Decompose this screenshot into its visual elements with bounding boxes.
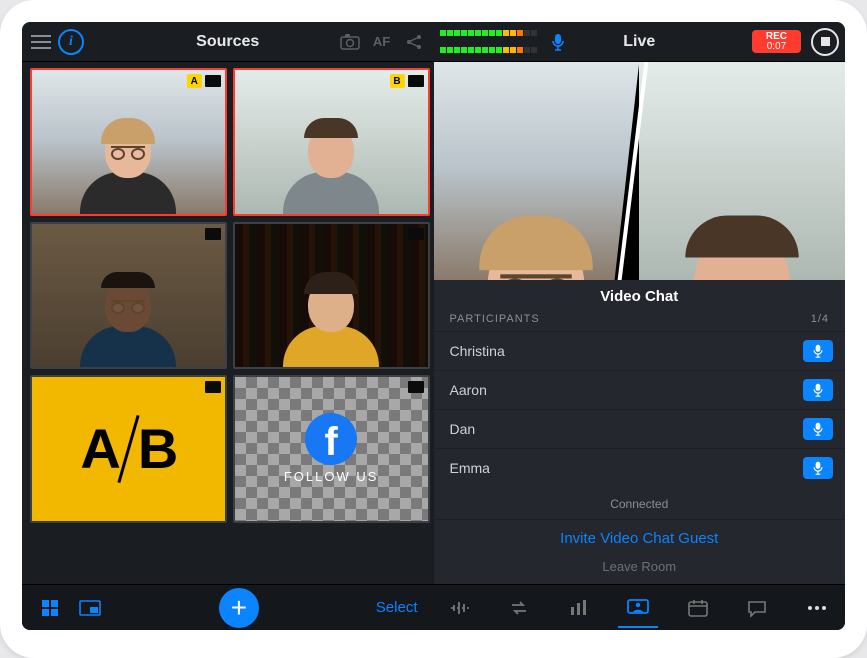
- share-icon[interactable]: [400, 33, 428, 51]
- participant-name: Aaron: [450, 382, 487, 398]
- ab-left-letter: A: [80, 416, 118, 481]
- video-chat-tab-icon[interactable]: [618, 588, 658, 628]
- participant-row: Aaron: [434, 370, 846, 409]
- participant-row: Emma: [434, 448, 846, 487]
- chat-icon[interactable]: [737, 588, 777, 628]
- follow-label: FOLLOW US: [284, 469, 379, 484]
- source-tile-b[interactable]: B: [233, 68, 430, 216]
- camera-badge-icon: [205, 75, 221, 87]
- facebook-icon: f: [305, 413, 357, 465]
- autofocus-icon[interactable]: AF: [368, 34, 396, 49]
- audio-mixer-icon[interactable]: [440, 588, 480, 628]
- source-tile-3[interactable]: [30, 222, 227, 370]
- grid-view-icon[interactable]: [30, 588, 70, 628]
- source-tile-follow-graphic[interactable]: f FOLLOW US: [233, 375, 430, 523]
- participant-name: Emma: [450, 460, 490, 476]
- camera-badge-icon: [408, 381, 424, 393]
- leave-room-button[interactable]: Leave Room: [434, 557, 846, 584]
- microphone-icon[interactable]: [551, 33, 565, 51]
- info-icon[interactable]: i: [58, 29, 84, 55]
- add-source-button[interactable]: +: [219, 588, 259, 628]
- pip-view-icon[interactable]: [70, 588, 110, 628]
- participant-mic-button[interactable]: [803, 379, 833, 401]
- stats-icon[interactable]: [559, 588, 599, 628]
- ab-right-letter: B: [138, 416, 176, 481]
- more-icon[interactable]: [797, 588, 837, 628]
- live-preview[interactable]: [434, 62, 846, 280]
- participant-mic-button[interactable]: [803, 418, 833, 440]
- camera-icon[interactable]: [336, 34, 364, 50]
- schedule-icon[interactable]: [678, 588, 718, 628]
- camera-badge-icon: [408, 228, 424, 240]
- video-chat-title: Video Chat: [434, 280, 846, 311]
- ab-divider: [117, 415, 139, 483]
- source-letter: A: [187, 74, 202, 88]
- transitions-icon[interactable]: [499, 588, 539, 628]
- camera-badge-icon: [205, 228, 221, 240]
- camera-badge-icon: [408, 75, 424, 87]
- source-tile-a[interactable]: A: [30, 68, 227, 216]
- participant-name: Dan: [450, 421, 476, 437]
- connection-status: Connected: [434, 487, 846, 519]
- select-button[interactable]: Select: [368, 599, 434, 616]
- stop-button[interactable]: [811, 28, 839, 56]
- invite-guest-button[interactable]: Invite Video Chat Guest: [434, 519, 846, 557]
- participant-row: Dan: [434, 409, 846, 448]
- camera-badge-icon: [205, 381, 221, 393]
- participants-count: 1/4: [811, 313, 829, 325]
- audio-meter: [440, 25, 543, 58]
- source-letter: B: [390, 74, 405, 88]
- stop-icon: [821, 37, 830, 46]
- source-tile-ab-graphic[interactable]: A B: [30, 375, 227, 523]
- participants-label: PARTICIPANTS: [450, 313, 540, 325]
- record-indicator[interactable]: REC 0:07: [752, 30, 801, 53]
- participant-name: Christina: [450, 343, 505, 359]
- sources-title: Sources: [196, 33, 259, 51]
- participant-mic-button[interactable]: [803, 340, 833, 362]
- rec-time: 0:07: [766, 42, 787, 52]
- menu-icon[interactable]: [28, 29, 54, 55]
- participant-mic-button[interactable]: [803, 457, 833, 479]
- participant-row: Christina: [434, 331, 846, 370]
- source-tile-4[interactable]: [233, 222, 430, 370]
- live-title: Live: [623, 33, 655, 51]
